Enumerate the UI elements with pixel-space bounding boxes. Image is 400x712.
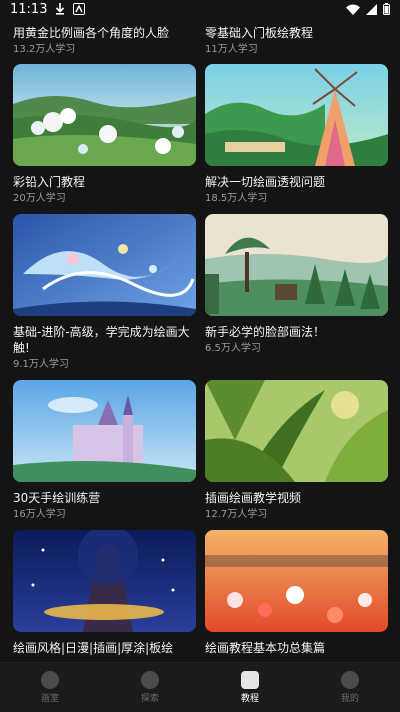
tab-label: 画室: [40, 694, 59, 704]
course-title: 绘画教程基本功总集篇: [205, 641, 326, 655]
course-card[interactable]: 新手必学的脸部画法！ 6.5万人学习: [205, 214, 388, 355]
course-thumbnail[interactable]: [13, 64, 196, 166]
course-card[interactable]: 绘画风格|日漫|插画|厚涂|板绘: [13, 530, 196, 658]
tab-label: 教程: [240, 694, 259, 704]
course-title[interactable]: 零基础入门板绘教程: [205, 24, 313, 41]
course-thumbnail[interactable]: [205, 214, 388, 316]
course-title: 基础-进阶-高级，学完成为绘画大触!: [13, 325, 190, 355]
tab-explore[interactable]: 探索: [100, 671, 200, 704]
course-learner-count: 16万人学习: [13, 509, 66, 520]
course-learner-count: 18.5万人学习: [205, 193, 268, 204]
course-title: 新手必学的脸部画法！: [205, 325, 326, 339]
course-thumbnail[interactable]: [205, 64, 388, 166]
tab-studio[interactable]: 画室: [0, 671, 100, 704]
tab-tutorials[interactable]: 教程: [200, 671, 300, 704]
tab-label: 我的: [340, 694, 359, 704]
course-title: 30天手绘训练营: [13, 491, 101, 505]
download-icon: [55, 3, 65, 15]
course-title: 解决一切绘画透视问题: [205, 175, 326, 189]
bottom-tab-bar: 画室 探索 教程 我的: [0, 662, 400, 712]
course-learner-count: 12.7万人学习: [205, 509, 268, 520]
course-thumbnail[interactable]: [13, 214, 196, 316]
explore-icon: [141, 671, 159, 689]
palette-icon: [41, 671, 59, 689]
course-card[interactable]: 绘画教程基本功总集篇: [205, 530, 388, 658]
status-time: 11:13: [10, 1, 48, 17]
status-bar: 11:13: [0, 0, 400, 18]
course-learner-count: 11万人学习: [205, 44, 258, 55]
battery-icon: [383, 3, 390, 15]
app-notification-icon: [73, 3, 86, 15]
tab-label: 探索: [140, 694, 159, 704]
course-card[interactable]: 插画绘画教学视频 12.7万人学习: [205, 380, 388, 521]
course-title: 彩铅入门教程: [13, 175, 86, 189]
course-thumbnail[interactable]: [205, 380, 388, 482]
course-learner-count: 9.1万人学习: [13, 359, 69, 370]
tab-profile[interactable]: 我的: [300, 671, 400, 704]
course-learner-count: 13.2万人学习: [13, 44, 76, 55]
course-grid[interactable]: 用黄金比例画各个角度的人脸 13.2万人学习 零基础入门板绘教程 11万人学习 …: [0, 18, 400, 662]
course-learner-count: 20万人学习: [13, 193, 66, 204]
course-title: 插画绘画教学视频: [205, 491, 302, 505]
course-card[interactable]: 解决一切绘画透视问题 18.5万人学习: [205, 64, 388, 205]
profile-icon: [341, 671, 359, 689]
video-icon: [241, 671, 259, 689]
course-card[interactable]: 30天手绘训练营 16万人学习: [13, 380, 196, 521]
course-thumbnail[interactable]: [13, 380, 196, 482]
course-title: 绘画风格|日漫|插画|厚涂|板绘: [13, 641, 174, 655]
course-card[interactable]: 基础-进阶-高级，学完成为绘画大触! 9.1万人学习: [13, 214, 196, 371]
course-title[interactable]: 用黄金比例画各个角度的人脸: [13, 24, 169, 41]
course-card[interactable]: 彩铅入门教程 20万人学习: [13, 64, 196, 205]
signal-icon: [366, 3, 377, 15]
course-thumbnail[interactable]: [13, 530, 196, 632]
wifi-icon: [346, 4, 360, 15]
course-thumbnail[interactable]: [205, 530, 388, 632]
course-learner-count: 6.5万人学习: [205, 343, 261, 354]
